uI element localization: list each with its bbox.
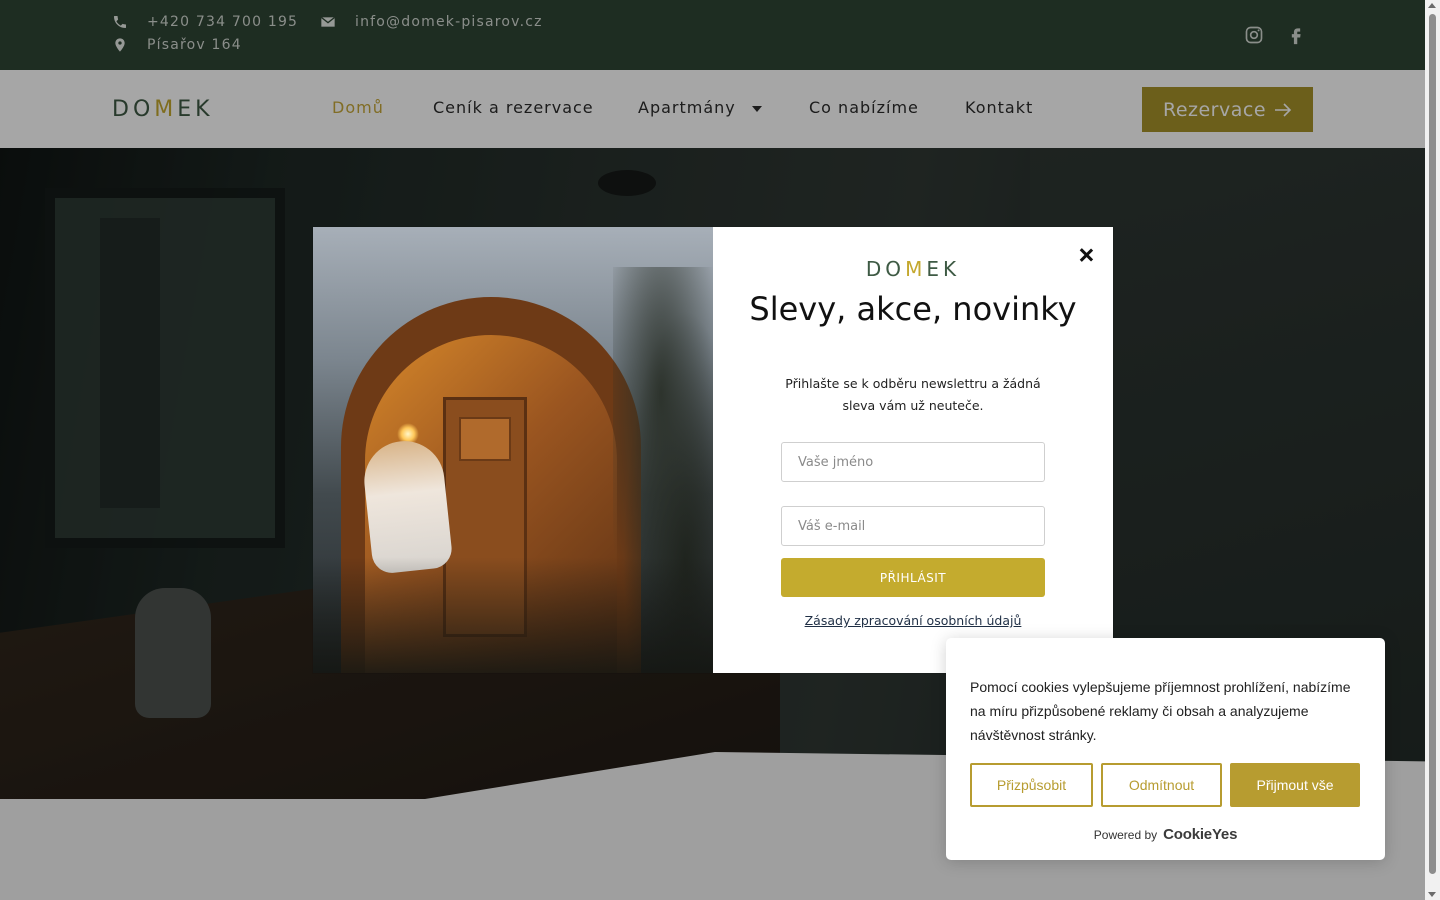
subscribe-button[interactable]: PŘIHLÁSIT (781, 558, 1045, 597)
cookie-accept-button[interactable]: Přijmout vše (1230, 763, 1360, 807)
popup-description: Přihlašte se k odběru newslettru a žádná… (785, 376, 1041, 413)
scroll-down-arrow-icon[interactable] (1428, 892, 1436, 897)
logo-mark: M (905, 257, 927, 281)
privacy-policy-link[interactable]: Zásady zpracování osobních údajů (713, 613, 1113, 628)
email-input[interactable] (781, 506, 1045, 546)
newsletter-popup: DO M EK Slevy, akce, novinky Přihlašte se … (313, 227, 1113, 673)
cookie-customize-button[interactable]: Přizpůsobit (970, 763, 1093, 807)
cookie-banner: Pomocí cookies vylepšujeme příjemnost pr… (946, 638, 1385, 860)
popup-logo: DO M EK (713, 257, 1113, 281)
scroll-up-arrow-icon[interactable] (1428, 3, 1436, 8)
close-icon[interactable] (1075, 244, 1097, 266)
sauna-photo (313, 227, 713, 673)
logo-text-prefix: DO (865, 257, 906, 281)
cookie-powered-by: Powered by CookieYes (946, 826, 1385, 843)
sauna-window (459, 417, 511, 461)
popup-content: DO M EK Slevy, akce, novinky Přihlašte se … (713, 227, 1113, 673)
cookieyes-logo[interactable]: CookieYes (1163, 826, 1237, 843)
page-scrollbar[interactable] (1425, 0, 1440, 900)
logo-text-suffix: EK (926, 257, 961, 281)
cookie-reject-button[interactable]: Odmítnout (1101, 763, 1222, 807)
scrollbar-thumb[interactable] (1429, 14, 1436, 874)
foreground-grass (313, 557, 713, 673)
powered-by-label: Powered by (1093, 827, 1158, 842)
popup-title: Slevy, akce, novinky (749, 290, 1077, 328)
cookie-message: Pomocí cookies vylepšujeme příjemnost pr… (970, 679, 1351, 743)
name-input[interactable] (781, 442, 1045, 482)
